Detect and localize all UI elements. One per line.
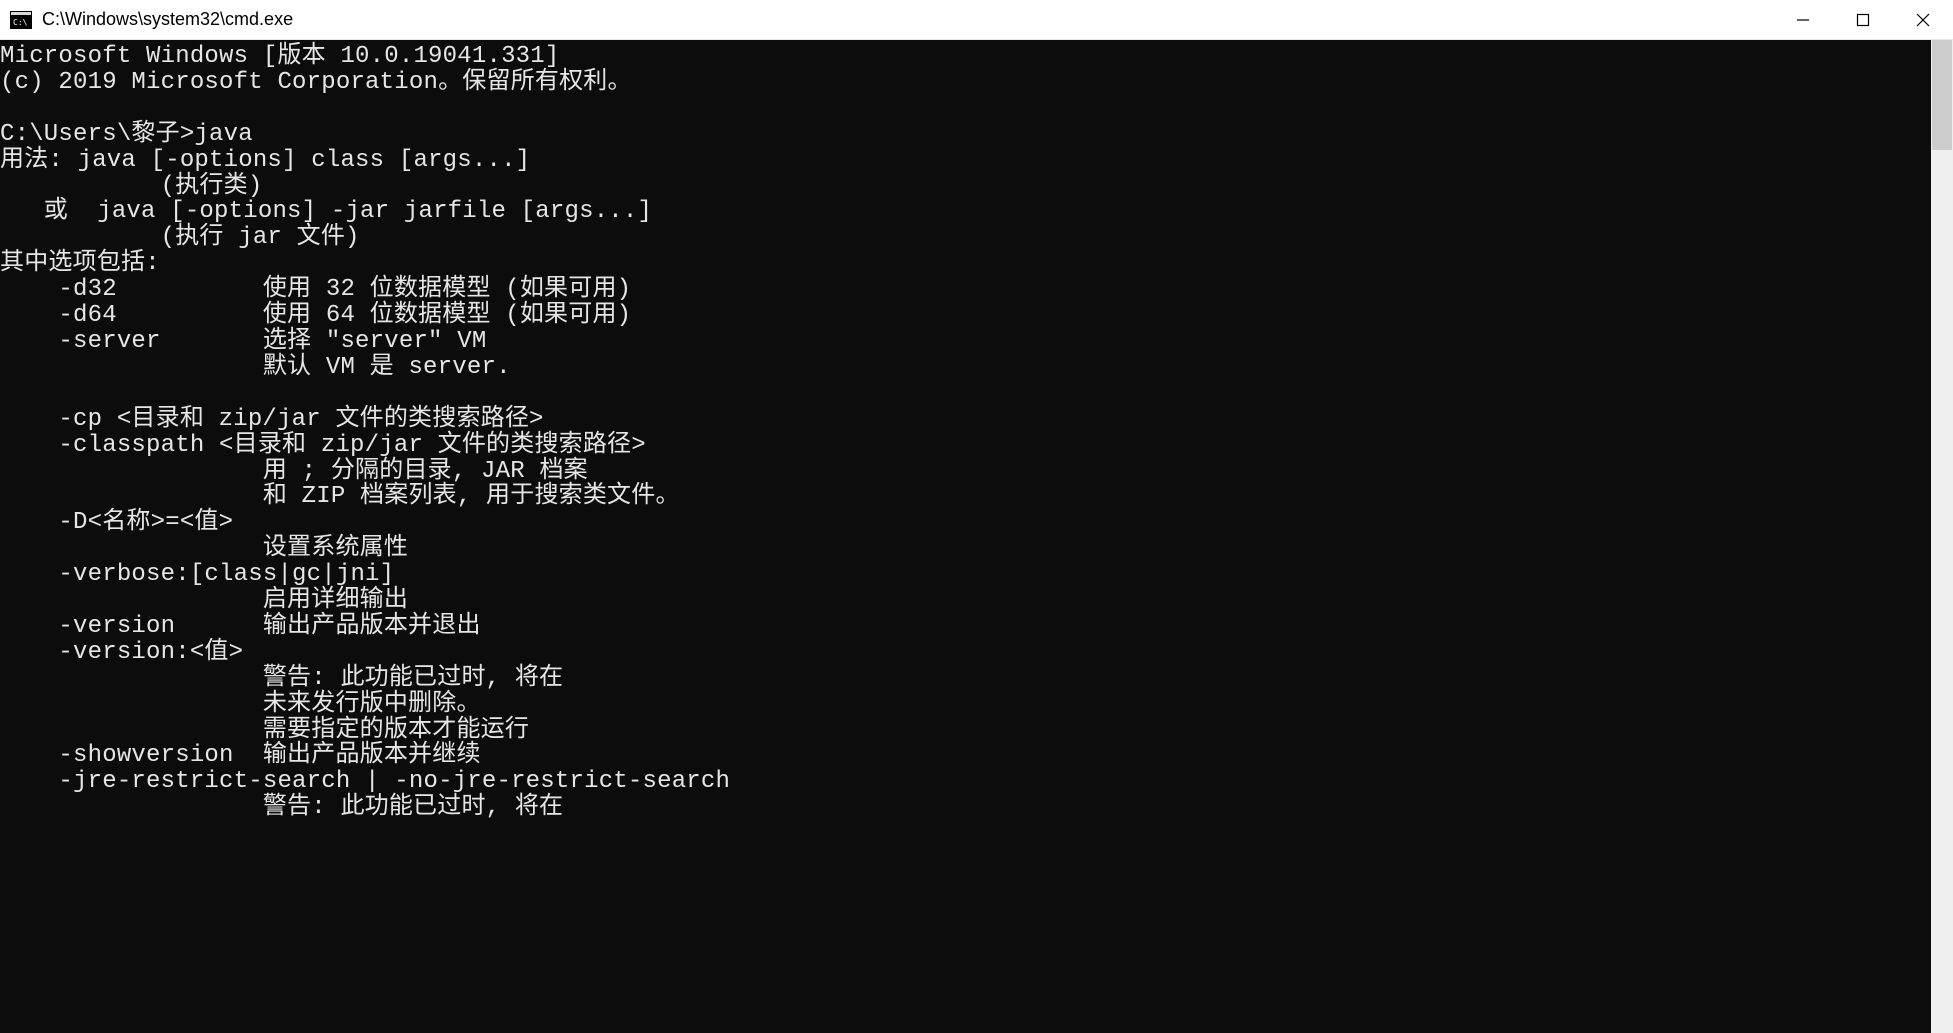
vertical-scrollbar[interactable] (1931, 40, 1953, 1033)
svg-text:C:\: C:\ (13, 18, 28, 27)
close-button[interactable] (1893, 0, 1953, 39)
terminal-container: Microsoft Windows [版本 10.0.19041.331] (c… (0, 40, 1953, 1033)
minimize-button[interactable] (1773, 0, 1833, 39)
cmd-icon: C:\ (10, 11, 32, 29)
cmd-window: C:\ C:\Windows\system32\cmd.exe Microsof… (0, 0, 1953, 1033)
maximize-button[interactable] (1833, 0, 1893, 39)
terminal-output[interactable]: Microsoft Windows [版本 10.0.19041.331] (c… (0, 40, 1931, 1033)
window-controls (1773, 0, 1953, 39)
scrollbar-thumb[interactable] (1932, 40, 1952, 150)
titlebar[interactable]: C:\ C:\Windows\system32\cmd.exe (0, 0, 1953, 40)
window-title: C:\Windows\system32\cmd.exe (42, 9, 1773, 30)
